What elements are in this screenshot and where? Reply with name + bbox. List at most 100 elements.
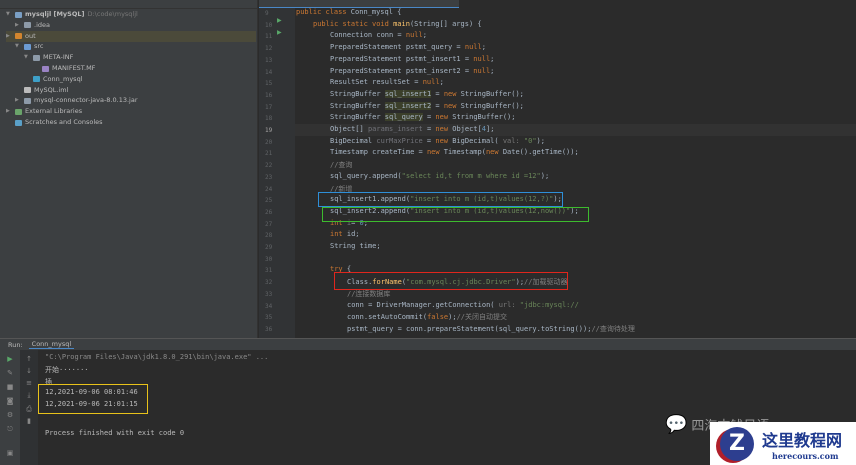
code-token: id; <box>346 230 360 239</box>
line-number: 19 <box>265 127 273 134</box>
code-token: ]; <box>485 125 495 133</box>
console-toolbar: ↑ ↓ ≡ ⤓ ⎙ ▮ <box>20 350 38 465</box>
code-token: ); <box>536 136 545 145</box>
line-number: 22 <box>265 162 273 170</box>
code-line: sql_query.append("select id,t from m whe… <box>330 172 549 180</box>
tree-item[interactable]: ▶ out <box>6 30 256 42</box>
line-number: 27 <box>265 220 273 228</box>
code-line: public class Conn_mysql { <box>296 8 401 16</box>
code-token: curMaxPrice <box>376 136 423 145</box>
code-token: = <box>422 136 436 145</box>
code-token: StringBuffer <box>330 89 385 98</box>
code-token: "0" <box>523 136 537 145</box>
line-number: 24 <box>265 185 273 193</box>
chevron-right-icon[interactable]: ▶ <box>6 106 12 117</box>
chevron-down-icon[interactable]: ▼ <box>24 52 30 63</box>
line-number: 30 <box>265 255 273 263</box>
tree-item[interactable]: ▼ src <box>15 41 44 52</box>
code-token: Object[ <box>452 125 482 133</box>
code-token: public class <box>296 8 351 16</box>
down-icon[interactable]: ↓ <box>25 368 33 375</box>
code-token: = <box>422 125 436 133</box>
code-token: null <box>464 43 482 52</box>
tree-item[interactable]: ▼ META-INF <box>24 52 73 63</box>
run-gutter-icon[interactable]: ▶ <box>277 29 282 36</box>
chevron-right-icon[interactable]: ▶ <box>6 31 12 42</box>
line-number: 12 <box>265 45 273 53</box>
code-token: int <box>330 230 347 239</box>
code-token: pstmt_query = conn.prepareStatement(sql_… <box>347 324 592 333</box>
pin-icon[interactable]: ▣ <box>6 450 14 457</box>
code-line: int id; <box>330 230 360 238</box>
run-toolbar: ▶ ✎ ■ ◙ ⚙ ⎋ ▣ <box>0 350 20 465</box>
tree-item[interactable]: ▶ External Libraries <box>6 106 82 117</box>
code-token: new <box>435 125 453 133</box>
tree-item-label: .idea <box>34 20 50 29</box>
code-token: ; <box>422 31 427 40</box>
tree-item[interactable]: MySQL.iml <box>15 85 68 96</box>
tree-item-label: mysql-connector-java-8.0.13.jar <box>34 96 138 105</box>
logo-cn-text: 这里教程网 <box>762 430 843 450</box>
settings-icon[interactable]: ⚙ <box>6 412 14 419</box>
code-token: Timestamp createTime = <box>330 148 427 157</box>
stop-icon[interactable]: ■ <box>6 384 14 391</box>
code-line: Object[] params_insert = new Object[4]; <box>330 125 494 133</box>
code-token: //查询 <box>330 161 353 170</box>
project-tool-window: ▼ mysqljl [MySQL] D:\code\mysqljl ▶ .idea ▶ ou… <box>0 0 258 338</box>
scroll-end-icon[interactable]: ⤓ <box>25 392 33 399</box>
tree-item-label: out <box>25 31 36 40</box>
tree-item[interactable]: MANIFEST.MF <box>33 63 95 74</box>
run-tab-conn-mysql[interactable]: Conn_mysql <box>28 340 75 349</box>
line-number: 16 <box>265 91 273 99</box>
camera-icon[interactable]: ◙ <box>6 398 14 405</box>
code-token: Date().getTime()); <box>502 148 579 157</box>
code-token: StringBuffer(); <box>452 113 516 122</box>
code-token: val: <box>502 136 524 145</box>
tree-item[interactable]: ▶ mysql-connector-java-8.0.13.jar <box>15 95 138 106</box>
code-token: sql_query <box>384 113 423 122</box>
highlight-box-green <box>322 207 589 222</box>
code-token: Conn_mysql { <box>350 8 402 16</box>
chevron-right-icon[interactable]: ▶ <box>15 95 21 106</box>
library-icon <box>15 108 22 115</box>
code-token: null <box>405 31 423 40</box>
up-icon[interactable]: ↑ <box>25 356 33 363</box>
code-token: new <box>443 89 461 98</box>
code-token: "jdbc:mysql:// <box>519 300 579 309</box>
code-line: StringBuffer sql_insert2 = new StringBuf… <box>330 101 524 110</box>
wrap-icon[interactable]: ≡ <box>25 380 33 387</box>
exit-icon[interactable]: ⎋ <box>6 426 14 433</box>
code-token: Connection conn = <box>330 31 406 40</box>
line-number: 13 <box>265 56 273 64</box>
tree-item-label: External Libraries <box>25 107 83 116</box>
code-token: conn = DriverManager.getConnection( <box>347 300 499 309</box>
console-line: "C:\Program Files\Java\jdk1.8.0_291\bin\… <box>45 353 269 361</box>
run-gutter-icon[interactable]: ▶ <box>277 17 282 24</box>
console-line: Process finished with exit code 0 <box>45 429 185 438</box>
code-token: new <box>435 136 453 145</box>
wrench-icon[interactable]: ✎ <box>6 370 14 377</box>
editor-tabs[interactable] <box>259 0 459 8</box>
tree-item[interactable]: Scratches and Consoles <box>6 117 103 128</box>
code-token: ; <box>439 78 444 87</box>
rerun-icon[interactable]: ▶ <box>6 356 14 363</box>
trash-icon[interactable]: ▮ <box>25 418 33 425</box>
print-icon[interactable]: ⎙ <box>25 406 33 413</box>
tree-item-label: META-INF <box>43 53 74 62</box>
chevron-right-icon[interactable]: ▶ <box>15 20 21 31</box>
code-token: StringBuffer <box>330 101 385 110</box>
code-line: Timestamp createTime = new Timestamp(new… <box>330 148 579 156</box>
chevron-down-icon[interactable]: ▼ <box>15 41 21 52</box>
line-number: 33 <box>265 290 273 298</box>
site-logo: Z 这里教程网 herecours.com <box>710 422 856 465</box>
code-token: null <box>473 66 491 75</box>
chevron-down-icon[interactable]: ▼ <box>6 9 12 20</box>
code-token: ); <box>540 171 550 180</box>
folder-icon <box>33 54 40 61</box>
code-token: main <box>393 19 410 28</box>
code-token: sql_query.append( <box>330 171 402 180</box>
tree-item[interactable]: Conn_mysql <box>24 74 83 85</box>
tree-item[interactable]: ▶ .idea <box>15 20 50 31</box>
code-token: = <box>422 113 436 122</box>
tree-item[interactable]: ▼ mysqljl [MySQL] D:\code\mysqljl <box>6 9 138 20</box>
